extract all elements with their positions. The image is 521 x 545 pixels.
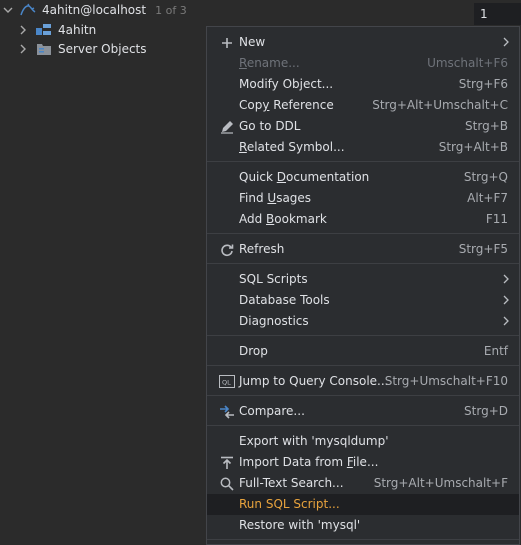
menu-item-jump-to-query-console[interactable]: QL Jump to Query Console... Strg+Umschal… xyxy=(207,371,519,392)
menu-item-rename-shortcut: Umschalt+F6 xyxy=(427,56,508,70)
compare-arrows-icon xyxy=(219,404,235,419)
menu-item-compare-label: Compare... xyxy=(239,404,305,418)
menu-item-refresh-label: Refresh xyxy=(239,242,285,256)
menu-item-restore-label: Restore with 'mysql' xyxy=(239,518,361,532)
menu-item-full-text-search[interactable]: Full-Text Search... Strg+Alt+Umschalt+F xyxy=(207,473,519,494)
menu-item-sql-scripts-label: SQL Scripts xyxy=(239,272,308,286)
tree-root-counter: 1 of 3 xyxy=(155,3,187,17)
menu-item-drop[interactable]: Drop Entf xyxy=(207,341,519,362)
menu-separator xyxy=(207,365,519,366)
menu-item-full-text-search-label: Full-Text Search... xyxy=(239,476,344,490)
menu-item-drop-label: Drop xyxy=(239,344,268,358)
tree-node-schema[interactable]: 4ahitn xyxy=(17,20,96,40)
menu-item-compare-shortcut: Strg+D xyxy=(464,404,508,418)
menu-item-jump-console-label: Jump to Query Console... xyxy=(239,374,389,388)
menu-separator xyxy=(207,395,519,396)
context-menu: New Rename... Umschalt+F6 Modify Object.… xyxy=(206,26,520,545)
menu-item-database-tools-label: Database Tools xyxy=(239,293,330,307)
menu-item-related-symbol-label: Related Symbol... xyxy=(239,140,345,154)
menu-item-rename[interactable]: Rename... Umschalt+F6 xyxy=(207,53,519,74)
menu-item-run-sql-script-label: Run SQL Script... xyxy=(239,497,340,511)
submenu-arrow-icon xyxy=(502,34,510,53)
menu-separator xyxy=(207,335,519,336)
menu-item-jump-console-shortcut: Strg+Umschalt+F10 xyxy=(384,374,508,388)
menu-item-go-to-ddl[interactable]: Go to DDL Strg+B xyxy=(207,116,519,137)
menu-item-find-usages[interactable]: Find Usages Alt+F7 xyxy=(207,188,519,209)
menu-item-quick-doc-label: Quick Documentation xyxy=(239,170,370,184)
tree-node-server-objects[interactable]: Server Objects xyxy=(17,39,147,59)
menu-item-copy-reference[interactable]: Copy Reference Strg+Alt+Umschalt+C xyxy=(207,95,519,116)
menu-separator xyxy=(207,161,519,162)
submenu-arrow-icon xyxy=(502,271,510,290)
menu-item-database-tools[interactable]: Database Tools xyxy=(207,290,519,311)
tree-root-label: 4ahitn@localhost xyxy=(42,3,147,17)
menu-item-add-bookmark-label: Add Bookmark xyxy=(239,212,327,226)
chevron-right-icon[interactable] xyxy=(17,24,29,36)
submenu-arrow-icon xyxy=(502,313,510,332)
menu-item-go-to-ddl-shortcut: Strg+B xyxy=(465,119,508,133)
menu-item-diagnostics-label: Diagnostics xyxy=(239,314,309,328)
folder-icon xyxy=(36,42,52,56)
menu-separator xyxy=(207,233,519,234)
menu-item-drop-shortcut: Entf xyxy=(483,344,508,358)
menu-item-quick-doc-shortcut: Strg+Q xyxy=(463,170,508,184)
tree-root-node[interactable]: 4ahitn@localhost 1 of 3 xyxy=(2,0,187,20)
menu-item-add-bookmark-shortcut: F11 xyxy=(485,212,508,226)
mysql-datasource-icon xyxy=(20,3,36,17)
menu-item-find-usages-label: Find Usages xyxy=(239,191,312,205)
chevron-down-icon[interactable] xyxy=(2,4,14,16)
plus-icon xyxy=(219,35,235,50)
menu-item-copy-reference-shortcut: Strg+Alt+Umschalt+C xyxy=(372,98,508,112)
menu-item-refresh[interactable]: Refresh Strg+F5 xyxy=(207,239,519,260)
schema-icon xyxy=(36,23,52,37)
tree-node-server-objects-label: Server Objects xyxy=(58,42,147,56)
chevron-right-icon[interactable] xyxy=(17,43,29,55)
menu-item-go-to-ddl-label: Go to DDL xyxy=(239,119,301,133)
menu-item-copy-reference-label: Copy Reference xyxy=(239,98,334,112)
menu-item-refresh-shortcut: Strg+F5 xyxy=(458,242,508,256)
refresh-icon xyxy=(219,242,235,257)
menu-item-restore-mysql[interactable]: Restore with 'mysql' xyxy=(207,515,519,536)
menu-item-new-label: New xyxy=(239,35,266,49)
menu-item-compare[interactable]: Compare... Strg+D xyxy=(207,401,519,422)
menu-item-related-symbol[interactable]: Related Symbol... Strg+Alt+B xyxy=(207,137,519,158)
menu-item-quick-documentation[interactable]: Quick Documentation Strg+Q xyxy=(207,167,519,188)
menu-item-export-mysqldump[interactable]: Export with 'mysqldump' xyxy=(207,431,519,452)
menu-item-import-data[interactable]: Import Data from File... xyxy=(207,452,519,473)
menu-item-related-symbol-shortcut: Strg+Alt+B xyxy=(438,140,508,154)
search-icon xyxy=(219,476,235,491)
menu-item-export-label: Export with 'mysqldump' xyxy=(239,434,389,448)
menu-separator xyxy=(207,425,519,426)
menu-item-modify-shortcut: Strg+F6 xyxy=(458,77,508,91)
menu-item-full-text-search-shortcut: Strg+Alt+Umschalt+F xyxy=(373,476,508,490)
submenu-arrow-icon xyxy=(502,292,510,311)
menu-item-modify-label: Modify Object... xyxy=(239,77,334,91)
menu-item-sql-scripts[interactable]: SQL Scripts xyxy=(207,269,519,290)
menu-item-find-usages-shortcut: Alt+F7 xyxy=(467,191,508,205)
editor-line-number: 1 xyxy=(474,3,521,25)
menu-separator xyxy=(207,263,519,264)
import-icon xyxy=(219,455,235,470)
menu-item-run-sql-script[interactable]: Run SQL Script... xyxy=(207,494,519,515)
menu-separator xyxy=(207,539,519,540)
pencil-icon xyxy=(219,119,235,134)
menu-item-import-label: Import Data from File... xyxy=(239,455,379,469)
tree-node-schema-label: 4ahitn xyxy=(58,23,97,37)
menu-item-new[interactable]: New xyxy=(207,32,519,53)
menu-item-diagnostics[interactable]: Diagnostics xyxy=(207,311,519,332)
svg-text:QL: QL xyxy=(222,379,231,387)
query-console-icon: QL xyxy=(219,374,235,389)
menu-item-rename-label: Rename... xyxy=(239,56,300,70)
menu-item-modify-object[interactable]: Modify Object... Strg+F6 xyxy=(207,74,519,95)
menu-item-add-bookmark[interactable]: Add Bookmark F11 xyxy=(207,209,519,230)
